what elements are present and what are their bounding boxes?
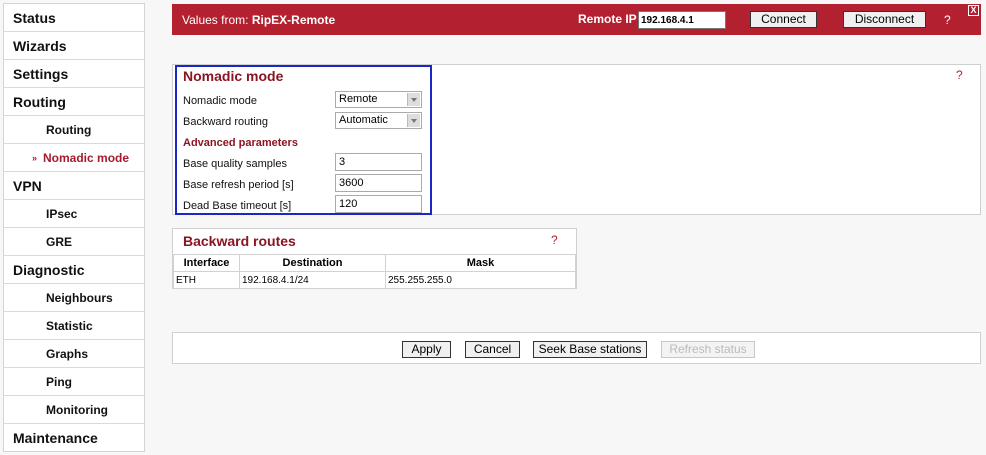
sidebar-item-label: Status	[13, 9, 56, 26]
sidebar-item-statistic[interactable]: Statistic	[4, 312, 144, 340]
sidebar-item-gre[interactable]: GRE	[4, 228, 144, 256]
sidebar-item-maintenance[interactable]: Maintenance	[4, 424, 144, 452]
dead-base-timeout-input[interactable]	[335, 195, 422, 213]
connect-button[interactable]: Connect	[750, 11, 817, 28]
sidebar-item-graphs[interactable]: Graphs	[4, 340, 144, 368]
sidebar-item-settings[interactable]: Settings	[4, 60, 144, 88]
sidebar-item-ipsec[interactable]: IPsec	[4, 200, 144, 228]
sidebar-item-monitoring[interactable]: Monitoring	[4, 396, 144, 424]
nomadic-mode-select[interactable]: Remote	[335, 91, 422, 108]
sidebar-item-neighbours[interactable]: Neighbours	[4, 284, 144, 312]
sidebar-item-diagnostic[interactable]: Diagnostic	[4, 256, 144, 284]
table-row[interactable]: ETH 192.168.4.1/24 255.255.255.0	[173, 271, 576, 289]
sidebar-item-label: GRE	[46, 234, 73, 249]
help-icon[interactable]: ?	[956, 68, 963, 82]
backward-routes-panel: Backward routes ? Interface Destination …	[172, 228, 577, 289]
sidebar-item-status[interactable]: Status	[4, 4, 144, 32]
sidebar-item-label: Diagnostic	[13, 261, 85, 278]
sidebar-item-label: Routing	[46, 122, 92, 137]
sidebar-item-label: Routing	[13, 93, 66, 110]
nomadic-mode-label: Nomadic mode	[183, 95, 257, 107]
sidebar-item-label: Statistic	[46, 318, 93, 333]
cancel-button[interactable]: Cancel	[465, 341, 520, 358]
active-arrow-icon: »	[32, 152, 38, 163]
seek-base-stations-button[interactable]: Seek Base stations	[533, 341, 647, 358]
sidebar-item-label: VPN	[13, 177, 42, 194]
apply-button[interactable]: Apply	[402, 341, 451, 358]
disconnect-button[interactable]: Disconnect	[843, 11, 926, 28]
sidebar-item-label: Nomadic mode	[43, 150, 130, 165]
cell-destination: 192.168.4.1/24	[239, 271, 386, 289]
help-icon[interactable]: ?	[944, 13, 951, 27]
sidebar-item-routing-section[interactable]: Routing	[4, 88, 144, 116]
nomadic-mode-value: Remote	[339, 93, 378, 105]
sidebar-nav: Status Wizards Settings Routing Routing …	[3, 3, 145, 452]
sidebar-item-label: Graphs	[46, 346, 89, 361]
dead-base-timeout-label: Dead Base timeout [s]	[183, 200, 292, 212]
sidebar-item-label: Maintenance	[13, 430, 98, 446]
help-icon[interactable]: ?	[551, 233, 558, 247]
column-header-mask: Mask	[385, 254, 576, 272]
sidebar-item-wizards[interactable]: Wizards	[4, 32, 144, 60]
values-prefix: Values from:	[182, 13, 252, 27]
backward-routing-value: Automatic	[339, 114, 388, 126]
remote-access-bar: Values from: RipEX-Remote Remote IP Conn…	[172, 4, 981, 35]
column-header-destination: Destination	[239, 254, 386, 272]
sidebar-item-label: Settings	[13, 65, 69, 82]
table-header-row: Interface Destination Mask	[173, 254, 576, 272]
sidebar-item-ping[interactable]: Ping	[4, 368, 144, 396]
cell-interface: ETH	[173, 271, 240, 289]
action-bar: Apply Cancel Seek Base stations Refresh …	[172, 332, 981, 364]
sidebar-item-routing[interactable]: Routing	[4, 116, 144, 144]
device-name: RipEX-Remote	[251, 13, 336, 27]
sidebar-item-label: Neighbours	[46, 290, 113, 305]
base-refresh-period-input[interactable]	[335, 174, 422, 192]
chevron-down-icon	[407, 114, 420, 127]
refresh-status-button: Refresh status	[661, 341, 755, 358]
base-refresh-period-label: Base refresh period [s]	[183, 179, 294, 191]
base-quality-samples-label: Base quality samples	[183, 158, 287, 170]
backward-routes-table: Interface Destination Mask ETH 192.168.4…	[173, 254, 576, 289]
advanced-parameters-heading: Advanced parameters	[183, 137, 298, 149]
sidebar-item-nomadic-mode[interactable]: » Nomadic mode	[4, 144, 144, 172]
backward-routing-label: Backward routing	[183, 116, 268, 128]
backward-routes-title: Backward routes	[183, 233, 296, 249]
chevron-down-icon	[407, 93, 420, 106]
cell-mask: 255.255.255.0	[385, 271, 576, 289]
sidebar-item-label: Monitoring	[46, 402, 108, 417]
remote-ip-input[interactable]	[638, 11, 726, 29]
close-icon[interactable]: X	[968, 5, 979, 16]
remote-ip-label: Remote IP	[578, 12, 637, 26]
base-quality-samples-input[interactable]	[335, 153, 422, 171]
column-header-interface: Interface	[173, 254, 240, 272]
sidebar-item-label: Wizards	[13, 37, 67, 54]
backward-routing-select[interactable]: Automatic	[335, 112, 422, 129]
sidebar-item-vpn[interactable]: VPN	[4, 172, 144, 200]
sidebar-item-label: Ping	[46, 374, 72, 389]
nomadic-mode-title: Nomadic mode	[183, 68, 284, 84]
sidebar-item-label: IPsec	[46, 206, 78, 221]
values-from-text: Values from: RipEX-Remote	[182, 13, 335, 27]
